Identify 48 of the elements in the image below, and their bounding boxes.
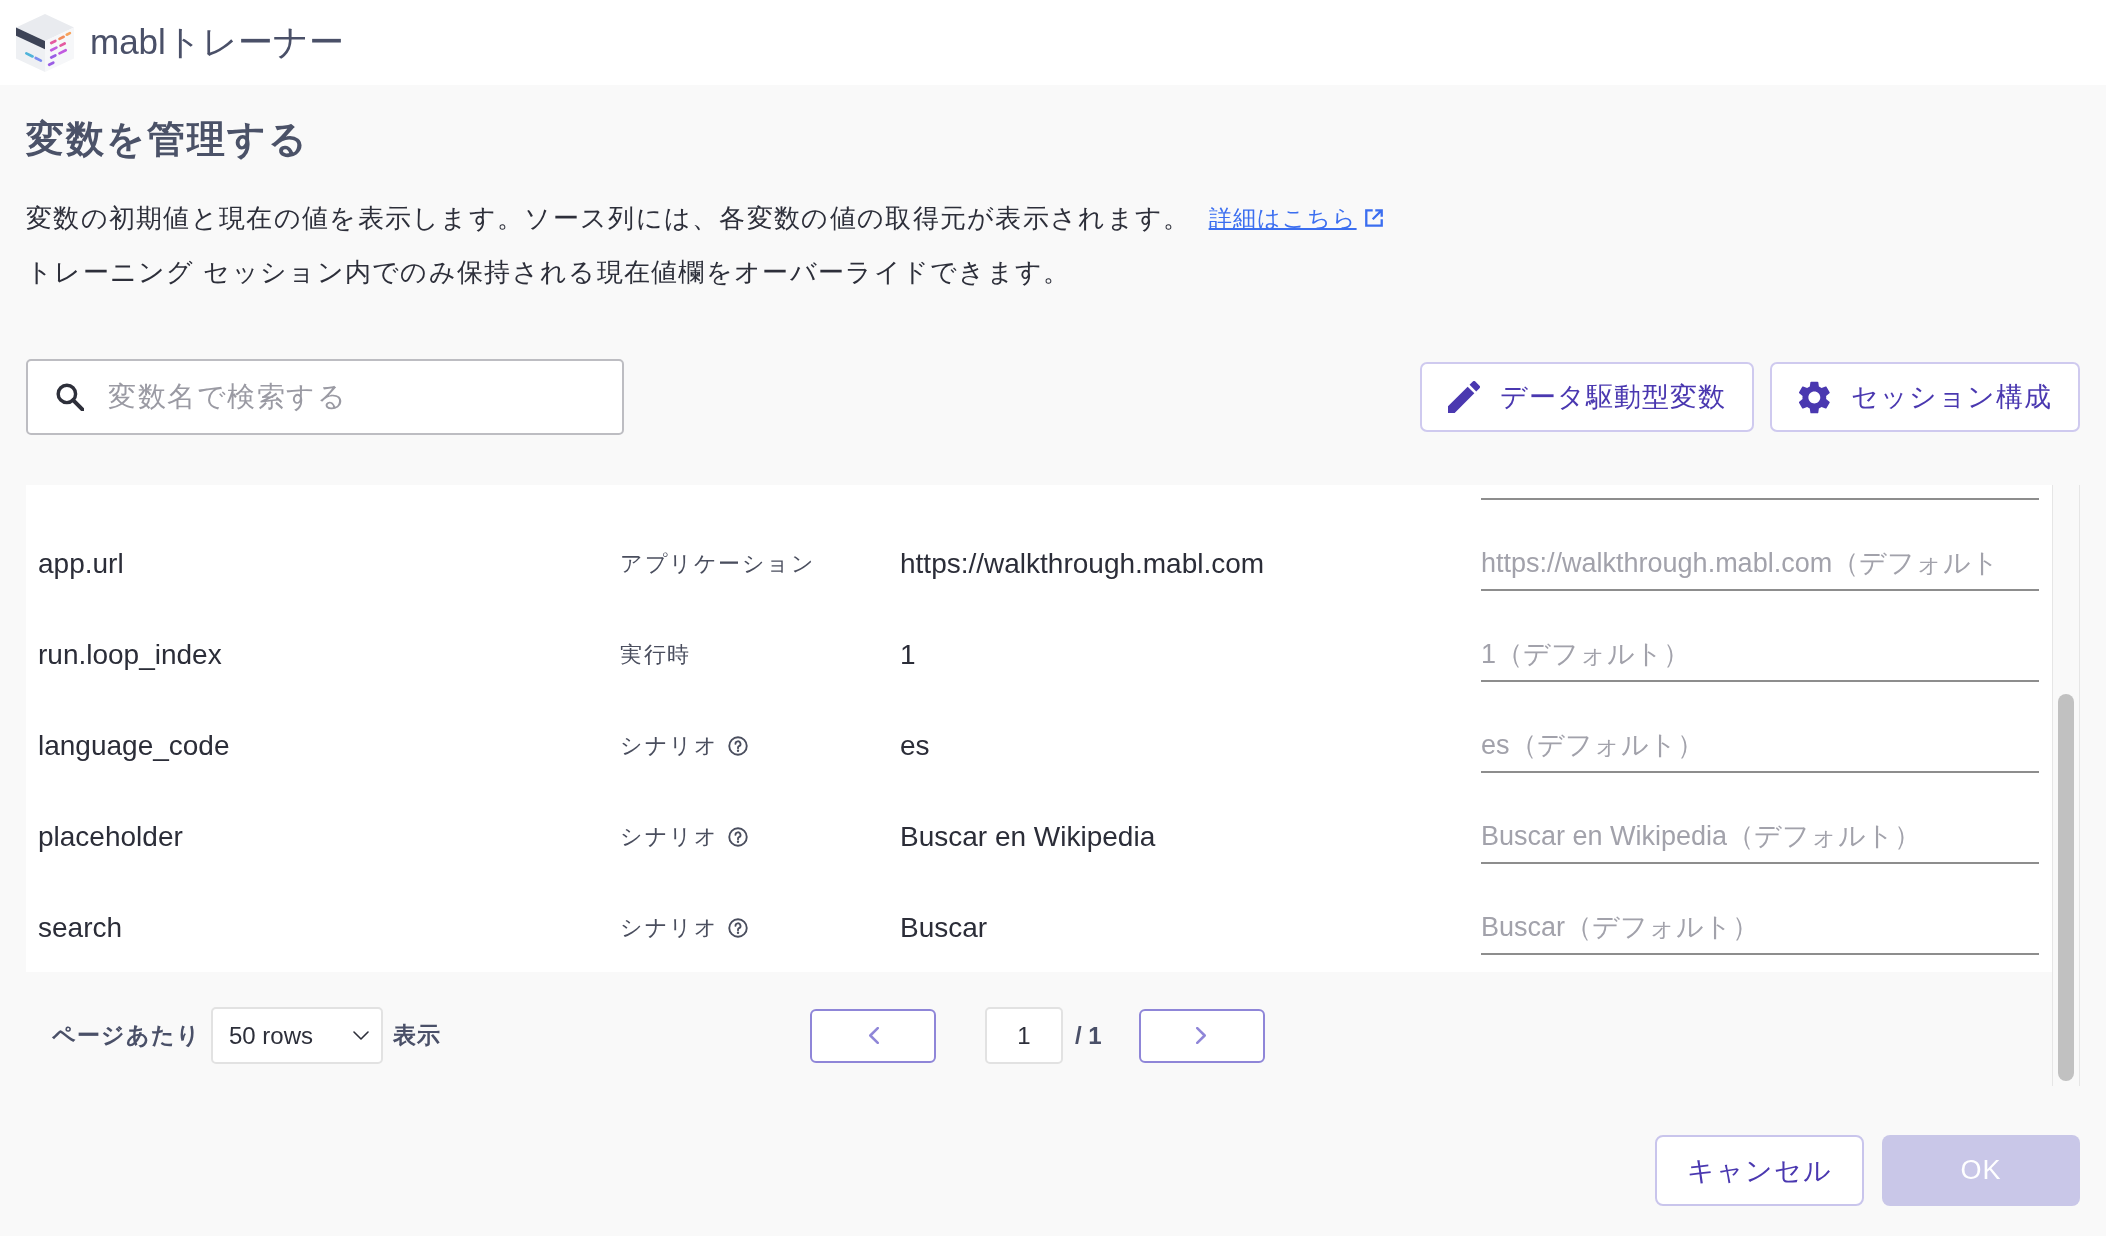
data-variables-button[interactable]: データ駆動型変数: [1420, 362, 1754, 432]
source-label: シナリオ: [620, 732, 718, 760]
initial-value: Buscar en Wikipedia: [900, 821, 1156, 853]
search-field[interactable]: 変数名で検索する: [26, 359, 624, 435]
help-icon[interactable]: [728, 918, 748, 938]
per-page-label: ページあたり: [52, 1021, 201, 1050]
cube-logo: [16, 13, 74, 72]
description-text: 変数の初期値と現在の値を表示します。ソース列には、各変数の値の取得元が表示されます。: [26, 201, 1191, 235]
help-link[interactable]: 詳細はこちら: [1208, 202, 1383, 234]
show-label: 表示: [393, 1021, 441, 1050]
variable-name: language_code: [38, 730, 230, 762]
next-page-button[interactable]: [1138, 1008, 1265, 1063]
initial-value: Buscar: [900, 912, 988, 944]
current-value-field[interactable]: 1（デフォルト）: [1481, 628, 2039, 682]
cancel-button[interactable]: キャンセル: [1655, 1135, 1864, 1206]
chevron-right-icon: [1196, 1027, 1208, 1044]
scrollbar[interactable]: [2052, 485, 2080, 1086]
current-value-field[interactable]: Buscar en Wikipedia（デフォルト）: [1481, 810, 2039, 864]
settings-icon: [1798, 380, 1831, 414]
pencil-icon: [1448, 381, 1480, 413]
source-label: アプリケーション: [620, 550, 815, 578]
session-config-button[interactable]: セッション構成: [1770, 362, 2080, 432]
source-label: シナリオ: [620, 823, 718, 851]
app-name: mablトレーナー: [90, 21, 344, 63]
chevron-left-icon: [867, 1027, 879, 1044]
rows-per-page-select[interactable]: 50 rows: [211, 1007, 383, 1064]
help-icon[interactable]: [728, 827, 748, 847]
initial-value: es: [900, 730, 930, 762]
current-value-field[interactable]: es（デフォルト）: [1481, 719, 2039, 773]
variable-name: run.loop_index: [38, 639, 222, 671]
variable-name: placeholder: [38, 821, 183, 853]
variable-name: search: [38, 912, 123, 944]
current-value-field[interactable]: Buscar（デフォルト）: [1481, 901, 2039, 955]
current-value-field[interactable]: https://walkthrough.mabl.com（デフォルト: [1481, 537, 2039, 591]
description-text: トレーニング セッション内でのみ保持される現在値欄をオーバーライドできます。: [26, 255, 1071, 289]
initial-value: https://walkthrough.mabl.com: [900, 548, 1265, 580]
external-link-icon: [1364, 209, 1383, 227]
help-icon[interactable]: [728, 736, 748, 756]
source-label: シナリオ: [620, 914, 718, 942]
chevron-down-icon: [353, 1031, 369, 1040]
page-number-field[interactable]: 1: [985, 1007, 1063, 1064]
source-label: 実行時: [620, 641, 691, 669]
page-title: 変数を管理する: [26, 117, 309, 162]
initial-value: 1: [900, 639, 916, 671]
page-total: / 1: [1075, 1021, 1102, 1050]
search-icon: [56, 383, 84, 411]
variable-name: app.url: [38, 548, 124, 580]
previous-page-button[interactable]: [810, 1008, 936, 1063]
